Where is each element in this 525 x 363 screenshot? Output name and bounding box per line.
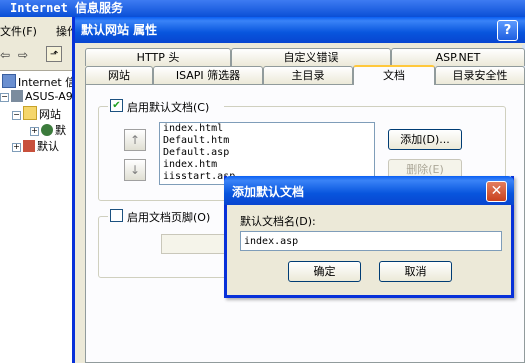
iis-toolbar: ⇦ ⇨ ⬏ (0, 42, 76, 68)
tab-documents[interactable]: 文档 (353, 65, 435, 85)
tab-home-directory[interactable]: 主目录 (263, 66, 353, 84)
move-down-button[interactable]: ↓ (124, 159, 146, 181)
up-folder-icon[interactable]: ⬏ (46, 46, 62, 62)
arrow-up-icon: ↑ (129, 133, 141, 147)
tab-isapi-filters[interactable]: ISAPI 筛选器 (153, 66, 263, 84)
menu-file[interactable]: 文件(F) (0, 23, 37, 39)
tree-item-server[interactable]: − ASUS-A9 (0, 90, 73, 106)
help-button[interactable]: ? (497, 20, 518, 41)
enable-footer-checkbox[interactable] (110, 209, 123, 222)
tree-item-root[interactable]: Internet 信 (2, 74, 76, 90)
folder-icon (23, 106, 37, 120)
iis-tree-view: Internet 信 − ASUS-A9 − 网站 + 默 + 默认 (0, 70, 76, 363)
collapse-icon[interactable]: − (0, 93, 9, 102)
doc-name-input[interactable] (240, 231, 502, 251)
list-item[interactable]: index.htm (160, 159, 374, 171)
tab-custom-errors[interactable]: 自定义错误 (231, 48, 391, 66)
tree-item-websites[interactable]: − 网站 (12, 106, 61, 122)
arrow-down-icon: ↓ (129, 163, 141, 177)
properties-title: 默认网站 属性 (81, 23, 158, 37)
tab-http-headers[interactable]: HTTP 头 (85, 48, 231, 66)
enable-default-doc-checkbox[interactable]: ✔ (110, 99, 123, 112)
expand-icon[interactable]: + (30, 127, 39, 136)
add-button[interactable]: 添加(D)... (388, 129, 462, 150)
properties-title-bar: 默认网站 属性 ? (75, 17, 525, 43)
add-dialog-title-bar: 添加默认文档 ✕ (224, 176, 514, 205)
forward-icon[interactable]: ⇨ (18, 48, 28, 62)
iis-menu-bar: 文件(F) 操作 (0, 20, 78, 40)
iis-title-bar: Internet 信息服务 (0, 0, 525, 17)
server-icon (11, 90, 23, 102)
tab-directory-security[interactable]: 目录安全性 (435, 66, 525, 84)
list-item[interactable]: Default.asp (160, 147, 374, 159)
tree-item-default-site[interactable]: + 默 (30, 122, 66, 138)
add-default-doc-dialog: 添加默认文档 ✕ 默认文档名(D): 确定 取消 (224, 176, 514, 298)
doc-name-label: 默认文档名(D): (240, 215, 316, 228)
computer-icon (2, 74, 16, 88)
ok-button[interactable]: 确定 (288, 261, 361, 282)
smtp-icon (23, 140, 35, 152)
enable-default-doc-label[interactable]: 启用默认文档(C) (127, 99, 209, 115)
list-item[interactable]: index.html (160, 123, 374, 135)
collapse-icon[interactable]: − (12, 111, 21, 120)
iis-title: Internet 信息服务 (10, 1, 124, 15)
globe-icon (41, 124, 53, 136)
back-icon[interactable]: ⇦ (0, 48, 10, 62)
tab-aspnet[interactable]: ASP.NET (391, 48, 525, 66)
cancel-button[interactable]: 取消 (379, 261, 452, 282)
add-dialog-title: 添加默认文档 (232, 185, 305, 199)
close-icon[interactable]: ✕ (486, 181, 507, 202)
move-up-button[interactable]: ↑ (124, 129, 146, 151)
tab-website[interactable]: 网站 (85, 66, 153, 84)
tree-item-default-smtp[interactable]: + 默认 (12, 138, 59, 154)
enable-footer-label[interactable]: 启用文档页脚(O) (127, 209, 210, 225)
expand-icon[interactable]: + (12, 143, 21, 152)
list-item[interactable]: Default.htm (160, 135, 374, 147)
